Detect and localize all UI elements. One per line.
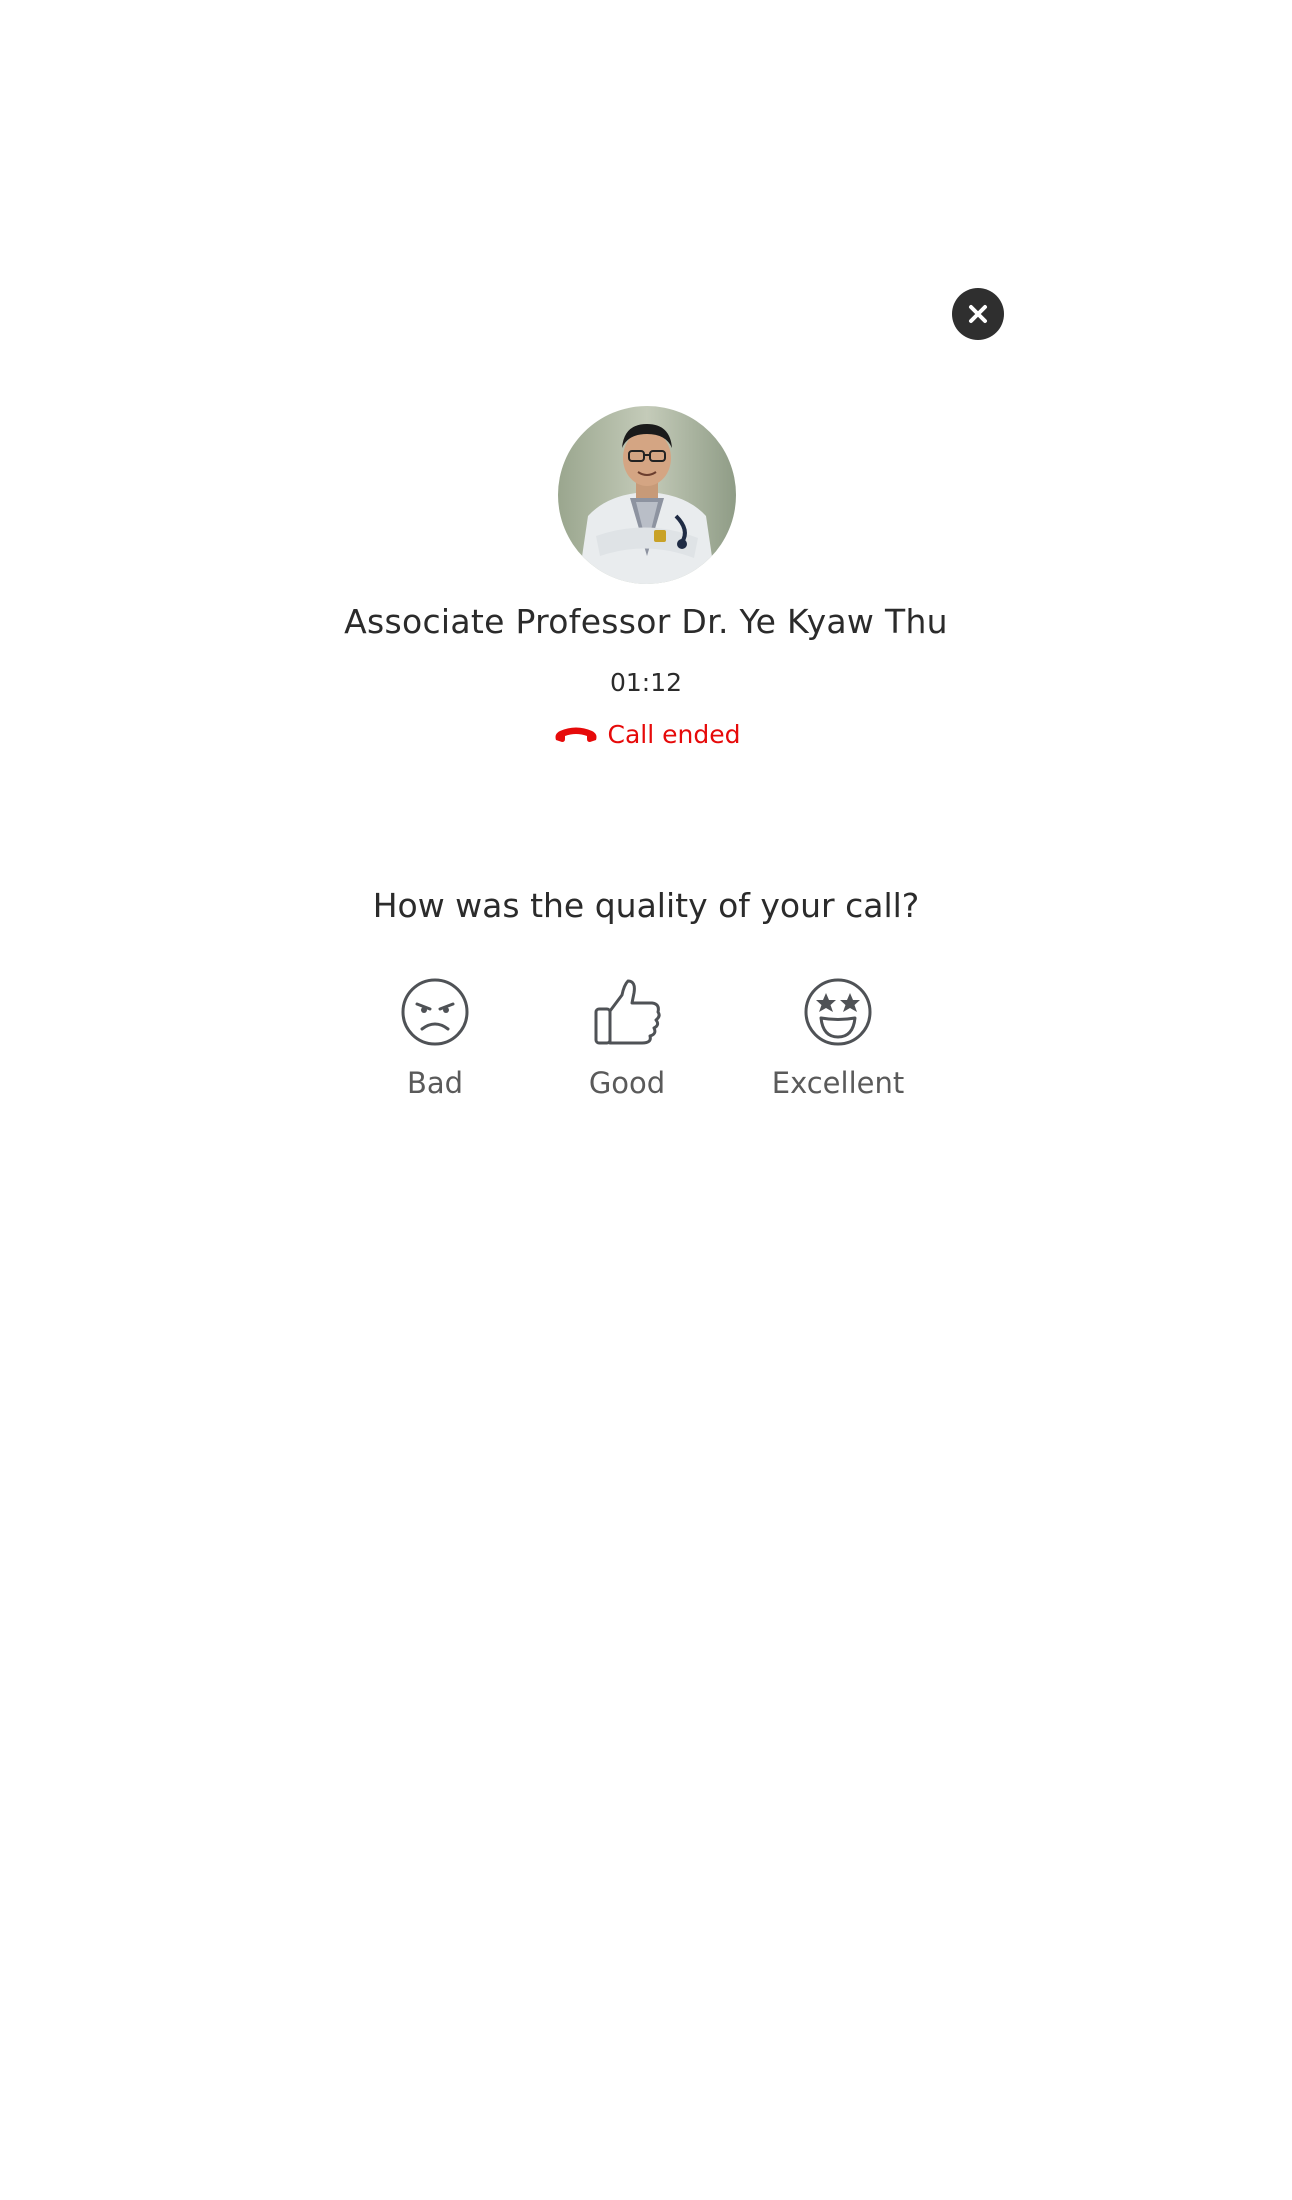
quality-question: How was the quality of your call? (372, 886, 920, 925)
call-duration: 01:12 (609, 668, 683, 697)
call-status-text: Call ended (607, 720, 741, 749)
close-button[interactable] (952, 288, 1004, 340)
thumbs-up-icon (594, 979, 661, 1045)
star-eyes-face-icon (804, 978, 872, 1046)
rating-bad-button[interactable]: Bad (380, 976, 490, 1100)
call-status: Call ended (0, 720, 1292, 749)
doctor-name: Associate Professor Dr. Ye Kyaw Thu (344, 602, 948, 641)
doctor-avatar (558, 406, 736, 584)
rating-excellent-label: Excellent (771, 1066, 905, 1100)
rating-good-button[interactable]: Good (572, 976, 682, 1100)
rating-good-label: Good (588, 1066, 666, 1100)
close-icon (969, 305, 987, 323)
rating-excellent-button[interactable]: Excellent (762, 976, 914, 1100)
angry-face-icon (401, 978, 469, 1046)
phone-hangup-icon (555, 727, 597, 742)
rating-bad-label: Bad (406, 1066, 464, 1100)
